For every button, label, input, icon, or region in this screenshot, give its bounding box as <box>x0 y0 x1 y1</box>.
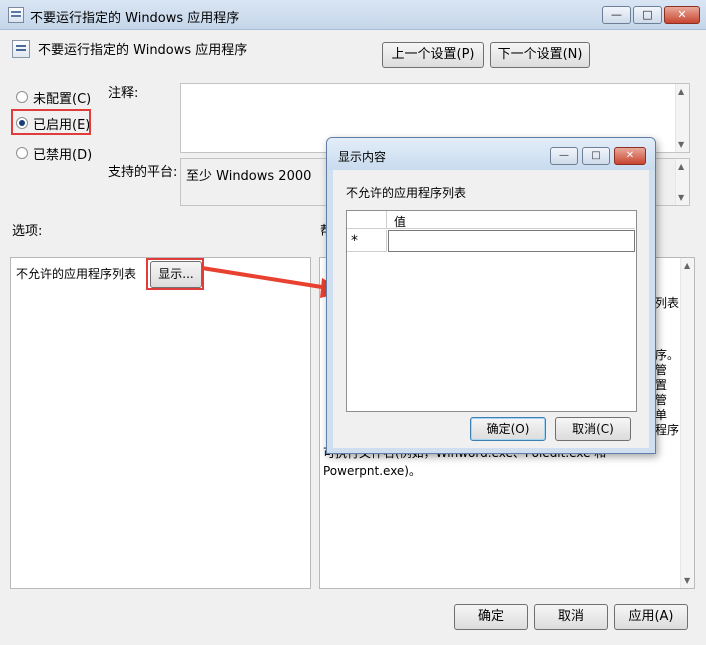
minimize-button[interactable]: — <box>602 6 631 24</box>
table-corner-header <box>347 211 387 229</box>
ok-button[interactable]: 确定 <box>454 604 528 630</box>
value-column-header-label: 值 <box>394 215 407 229</box>
next-setting-button[interactable]: 下一个设置(N) <box>490 42 590 68</box>
scroll-up-icon[interactable]: ▲ <box>678 162 684 171</box>
dialog-list-label: 不允许的应用程序列表 <box>346 186 467 200</box>
scroll-down-icon[interactable]: ▼ <box>678 193 684 202</box>
dialog-ok-button[interactable]: 确定(O) <box>470 417 546 441</box>
disallowed-apps-label: 不允许的应用程序列表 <box>16 267 137 281</box>
dialog-minimize-button[interactable]: — <box>550 147 578 165</box>
apply-button[interactable]: 应用(A) <box>614 604 688 630</box>
show-button-highlight-box <box>146 258 204 290</box>
radio-disabled[interactable]: 已禁用(D) <box>14 142 94 164</box>
dialog-maximize-button[interactable]: □ <box>582 147 610 165</box>
help-text-fragment: 列表 <box>655 296 680 310</box>
new-value-cell[interactable] <box>388 230 635 252</box>
scroll-up-icon[interactable]: ▲ <box>678 87 684 96</box>
options-panel <box>10 257 311 589</box>
radio-dot-icon <box>16 91 28 103</box>
previous-setting-button[interactable]: 上一个设置(P) <box>382 42 484 68</box>
scroll-up-icon[interactable]: ▲ <box>684 261 690 270</box>
comment-scrollbar[interactable]: ▲ ▼ <box>675 84 689 152</box>
dialog-title: 显示内容 <box>338 150 387 164</box>
comment-label: 注释: <box>108 86 139 101</box>
radio-not-configured[interactable]: 未配置(C) <box>14 86 94 108</box>
platform-scrollbar[interactable]: ▲ ▼ <box>675 159 689 205</box>
platform-value: 至少 Windows 2000 <box>186 169 312 184</box>
policy-window-icon <box>8 7 24 23</box>
setting-icon <box>12 40 30 58</box>
enabled-highlight-box <box>11 109 91 135</box>
radio-label: 未配置(C) <box>33 92 92 107</box>
platform-label: 支持的平台: <box>108 165 178 180</box>
setting-name: 不要运行指定的 Windows 应用程序 <box>38 43 248 58</box>
close-button[interactable]: ✕ <box>664 6 700 24</box>
help-scrollbar[interactable]: ▲ ▼ <box>680 258 694 588</box>
help-text-fragment: 序。 管 置 管 单 程序 <box>655 348 680 437</box>
scroll-down-icon[interactable]: ▼ <box>678 140 684 149</box>
dialog-close-button[interactable]: ✕ <box>614 147 646 165</box>
dialog-cancel-button[interactable]: 取消(C) <box>555 417 631 441</box>
radio-dot-icon <box>16 147 28 159</box>
options-label: 选项: <box>12 224 43 239</box>
new-row-marker: * <box>351 233 358 249</box>
maximize-button[interactable]: □ <box>633 6 662 24</box>
scroll-down-icon[interactable]: ▼ <box>684 576 690 585</box>
cancel-button[interactable]: 取消 <box>534 604 608 630</box>
value-column-header[interactable] <box>387 211 635 229</box>
radio-label: 已禁用(D) <box>33 148 93 163</box>
window-title: 不要运行指定的 Windows 应用程序 <box>30 11 240 26</box>
